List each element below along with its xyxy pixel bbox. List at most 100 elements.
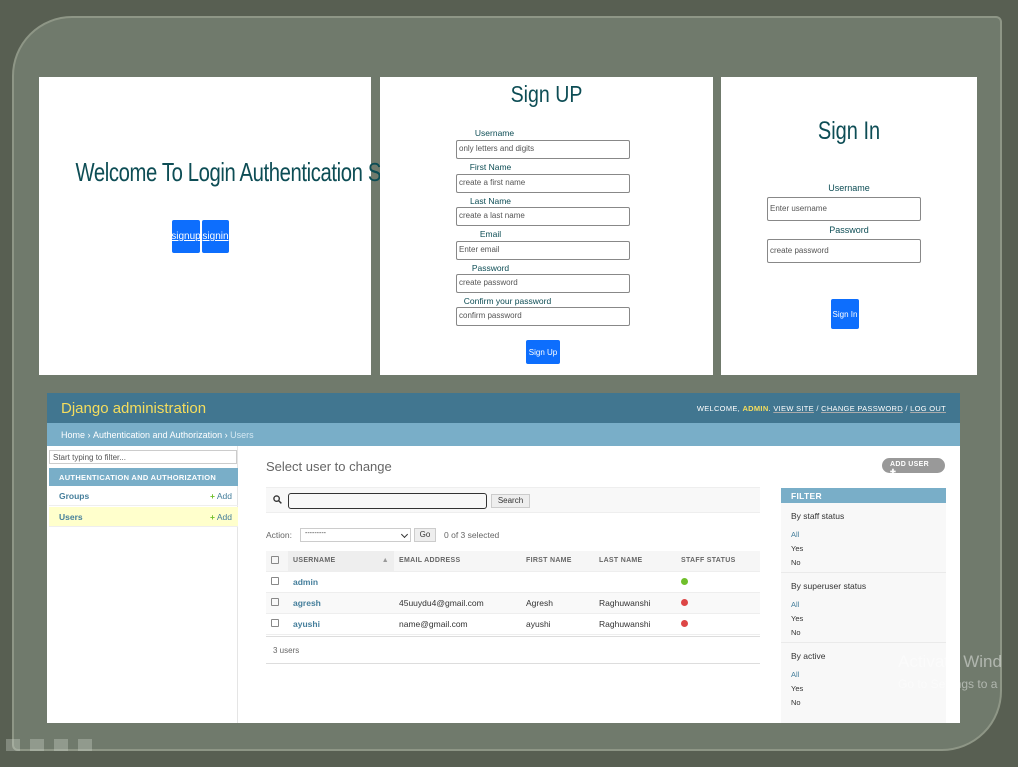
- username-link[interactable]: agresh: [288, 592, 394, 614]
- column-last-name[interactable]: LAST NAME: [594, 551, 676, 572]
- filter-option-no[interactable]: No: [791, 558, 936, 567]
- signup-email-input[interactable]: Enter email: [456, 241, 630, 260]
- filter-option-yes[interactable]: Yes: [791, 614, 936, 623]
- username-link[interactable]: ayushi: [288, 613, 394, 635]
- result-list: USERNAME ▲ EMAIL ADDRESS FIRST NAME LAST …: [266, 551, 760, 635]
- nav-sidebar: Start typing to filter... AUTHENTICATION…: [47, 446, 238, 723]
- username-link[interactable]: admin: [288, 571, 394, 593]
- signup-submit-button[interactable]: Sign Up: [526, 340, 560, 364]
- select-all-cell: [266, 551, 288, 572]
- last-name-label: Last Name: [469, 196, 512, 206]
- go-button[interactable]: Go: [414, 528, 436, 542]
- users-add-link[interactable]: + Add: [210, 512, 232, 522]
- admin-header: Django administration WELCOME, ADMIN. VI…: [47, 393, 960, 423]
- row-checkbox[interactable]: [271, 597, 279, 606]
- add-user-button[interactable]: ADD USER ✚: [882, 458, 945, 476]
- signup-first-name-input[interactable]: create a first name: [456, 174, 630, 193]
- row-select-cell: [266, 592, 288, 614]
- signup-title: Sign UP: [510, 81, 583, 107]
- signup-confirm-password-input[interactable]: confirm password: [456, 307, 630, 326]
- app-caption[interactable]: AUTHENTICATION AND AUTHORIZATION: [49, 468, 238, 486]
- column-staff-status[interactable]: STAFF STATUS: [676, 551, 760, 572]
- email-label: Email: [479, 229, 502, 239]
- django-admin-window: Django administration WELCOME, ADMIN. VI…: [47, 393, 960, 723]
- password-label: Password: [471, 263, 510, 273]
- filter-option-no[interactable]: No: [791, 628, 936, 637]
- signup-last-name-input[interactable]: create a last name: [456, 207, 630, 226]
- table-header-row: USERNAME ▲ EMAIL ADDRESS FIRST NAME LAST …: [266, 551, 760, 572]
- arrow-right-icon[interactable]: [78, 739, 92, 751]
- search-icon: [273, 495, 282, 504]
- row-checkbox[interactable]: [271, 618, 279, 627]
- confirm-password-label: Confirm your password: [463, 296, 552, 306]
- yes-icon: [681, 577, 688, 585]
- breadcrumb: Home › Authentication and Authorization …: [47, 423, 960, 446]
- filter-option-no[interactable]: No: [791, 698, 936, 707]
- welcome-text: WELCOME,: [696, 403, 741, 413]
- signin-username-input[interactable]: Enter username: [767, 197, 921, 221]
- page-title: Select user to change: [266, 459, 392, 474]
- breadcrumb-app[interactable]: Authentication and Authorization: [93, 430, 222, 440]
- user-tools: WELCOME, ADMIN. VIEW SITE / CHANGE PASSW…: [696, 403, 946, 413]
- search-button[interactable]: Search: [491, 494, 530, 508]
- log-out-link[interactable]: LOG OUT: [910, 404, 946, 413]
- column-username[interactable]: USERNAME ▲: [288, 551, 394, 572]
- first-name-cell: ayushi: [521, 613, 594, 635]
- signin-submit-button[interactable]: Sign In: [831, 299, 859, 329]
- signin-username-label: Username: [828, 183, 870, 193]
- sort-asc-icon[interactable]: ▲: [382, 557, 389, 564]
- first-name-label: First Name: [469, 162, 512, 172]
- menu-icon[interactable]: [54, 739, 68, 751]
- filter-option-yes[interactable]: Yes: [791, 544, 936, 553]
- breadcrumb-current: Users: [230, 429, 254, 440]
- email-cell: name@gmail.com: [394, 613, 521, 635]
- pen-icon[interactable]: [30, 739, 44, 751]
- staff-status-cell: [676, 592, 760, 614]
- signup-panel: Sign UP Username only letters and digits…: [380, 77, 713, 375]
- last-name-cell: Raghuwanshi: [594, 592, 676, 614]
- filter-heading: FILTER: [781, 488, 946, 503]
- slideshow-toolbar: [6, 739, 92, 751]
- sidebar-item-groups[interactable]: Groups + Add: [49, 486, 238, 506]
- column-email[interactable]: EMAIL ADDRESS: [394, 551, 521, 572]
- admin-brand[interactable]: Django administration: [61, 400, 206, 417]
- signin-title: Sign In: [817, 117, 881, 145]
- change-password-link[interactable]: CHANGE PASSWORD: [821, 404, 903, 413]
- first-name-cell: Agresh: [521, 592, 594, 614]
- first-name-cell: [521, 571, 594, 593]
- filter-title: By staff status: [791, 511, 845, 521]
- email-cell: [394, 571, 521, 593]
- staff-status-cell: [676, 571, 760, 593]
- signup-link-button[interactable]: signup: [171, 220, 201, 253]
- column-first-name[interactable]: FIRST NAME: [521, 551, 594, 572]
- column-username-label: USERNAME: [293, 557, 336, 565]
- sidebar-item-users[interactable]: Users + Add: [49, 507, 238, 527]
- action-label: Action:: [266, 530, 292, 540]
- view-site-link[interactable]: VIEW SITE: [773, 404, 814, 413]
- filter-option-all[interactable]: All: [791, 530, 936, 539]
- signin-password-input[interactable]: create password: [767, 239, 921, 263]
- actions-bar: Action: --------- Go 0 of 3 selected: [266, 528, 499, 542]
- row-checkbox[interactable]: [271, 576, 279, 585]
- activate-windows-watermark: Activate Wind: [898, 652, 1002, 671]
- signin-link-button[interactable]: signin: [202, 220, 229, 253]
- table-row: ayushi name@gmail.com ayushi Raghuwanshi: [266, 613, 760, 635]
- users-link[interactable]: Users: [59, 512, 83, 522]
- welcome-heading: Welcome To Login Authentication System: [75, 157, 434, 187]
- select-all-checkbox[interactable]: [271, 555, 279, 564]
- add-label: Add: [216, 512, 232, 522]
- signup-username-input[interactable]: only letters and digits: [456, 140, 630, 159]
- welcome-panel: Welcome To Login Authentication System s…: [39, 77, 434, 375]
- filter-option-all[interactable]: All: [791, 600, 936, 609]
- arrow-left-icon[interactable]: [6, 739, 20, 751]
- groups-link[interactable]: Groups: [59, 491, 89, 501]
- search-input[interactable]: [288, 493, 487, 509]
- search-toolbar: Search: [266, 487, 760, 513]
- staff-status-cell: [676, 613, 760, 635]
- groups-add-link[interactable]: + Add: [210, 491, 232, 501]
- breadcrumb-home[interactable]: Home: [61, 430, 85, 440]
- action-select[interactable]: ---------: [300, 528, 411, 542]
- plus-icon: ✚: [890, 469, 897, 476]
- nav-filter-input[interactable]: Start typing to filter...: [49, 450, 237, 464]
- signup-password-input[interactable]: create password: [456, 274, 630, 293]
